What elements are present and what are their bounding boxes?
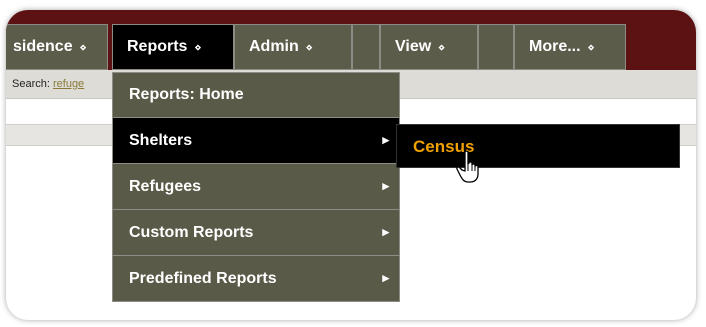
menu-item-label: Predefined Reports: [129, 269, 277, 287]
menu-item-predefined-reports[interactable]: Predefined Reports ▸: [112, 256, 400, 302]
nav-admin-label: Admin: [249, 38, 299, 55]
hand-pointer-icon: [456, 150, 479, 183]
nav-more-label: More...: [529, 38, 581, 55]
menu-item-label: Shelters: [129, 131, 193, 149]
chevron-down-icon: ⋄: [194, 41, 201, 54]
menu-item-label: Refugees: [129, 177, 202, 195]
submenu-arrow-icon: ▸: [382, 132, 389, 147]
menu-item-shelters[interactable]: Shelters ▸: [112, 118, 400, 164]
menu-item-reports-home[interactable]: Reports: Home: [112, 72, 400, 118]
menu-item-custom-reports[interactable]: Custom Reports ▸: [112, 210, 400, 256]
search-label: Search:: [12, 78, 50, 90]
shelters-submenu: Census: [396, 124, 680, 168]
search-term-link[interactable]: refuge: [53, 78, 84, 90]
chevron-down-icon: ⋄: [79, 41, 87, 54]
nav-view-label: View: [395, 38, 432, 55]
submenu-arrow-icon: ▸: [382, 270, 389, 285]
submenu-arrow-icon: ▸: [382, 178, 389, 193]
nav-reports-menu[interactable]: Reports ⋄: [112, 24, 234, 70]
submenu-arrow-icon: ▸: [382, 224, 389, 239]
nav-empty-item[interactable]: [478, 24, 514, 70]
menu-item-refugees[interactable]: Refugees ▸: [112, 164, 400, 210]
reports-dropdown-menu: Reports: Home Shelters ▸ Refugees ▸ Cust…: [112, 72, 400, 302]
search-label-group: Search: refuge: [12, 78, 84, 90]
app-window: sidence ⋄ Reports ⋄ Admin ⋄ View ⋄ More.…: [6, 10, 696, 320]
nav-admin-menu[interactable]: Admin ⋄: [234, 24, 352, 70]
chevron-down-icon: ⋄: [305, 41, 313, 54]
screenshot-frame: sidence ⋄ Reports ⋄ Admin ⋄ View ⋄ More.…: [0, 0, 706, 327]
chevron-down-icon: ⋄: [587, 41, 595, 54]
nav-residence-label: sidence: [13, 38, 73, 55]
menu-item-label: Reports: Home: [129, 86, 244, 103]
nav-residence-menu[interactable]: sidence ⋄: [6, 24, 108, 70]
chevron-down-icon: ⋄: [438, 41, 445, 54]
top-navbar: sidence ⋄ Reports ⋄ Admin ⋄ View ⋄ More.…: [6, 10, 696, 70]
nav-more-menu[interactable]: More... ⋄: [514, 24, 626, 70]
nav-view-menu[interactable]: View ⋄: [380, 24, 478, 70]
menu-item-label: Custom Reports: [129, 223, 254, 241]
nav-reports-label: Reports: [127, 38, 188, 55]
nav-empty-item[interactable]: [352, 24, 380, 70]
